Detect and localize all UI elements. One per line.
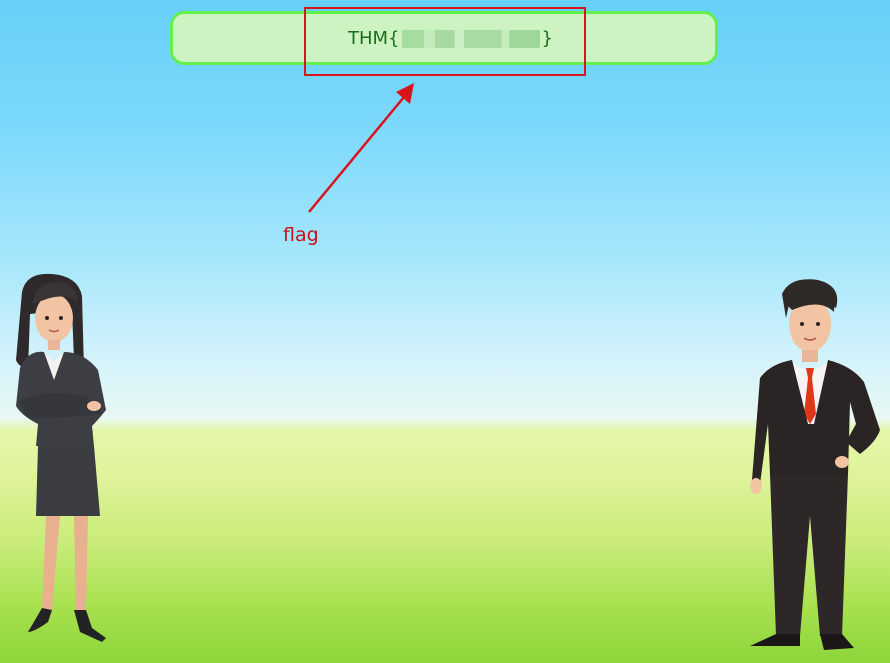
businessman-figure xyxy=(750,279,880,650)
scene-background: THM{ } flag xyxy=(0,0,890,663)
flag-annotation-label: flag xyxy=(283,224,319,246)
flag-highlight-box xyxy=(304,7,586,76)
businesswoman-figure xyxy=(16,273,106,642)
